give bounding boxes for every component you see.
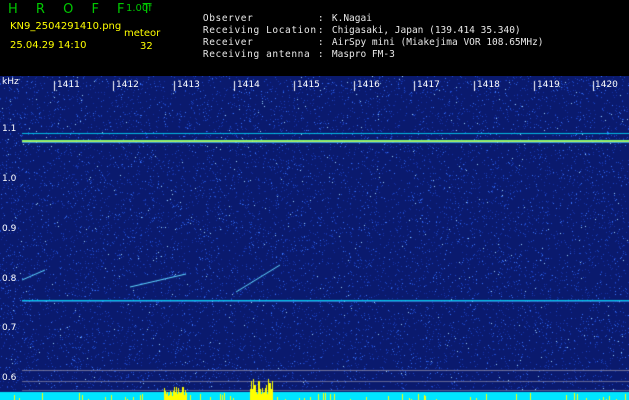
y-tick-label: 1.0 [2, 174, 17, 184]
y-tick-label: 1.1 [2, 124, 17, 134]
x-tick-label: 1415 [297, 80, 320, 90]
x-tick-label: 1413 [177, 80, 200, 90]
program-version: 1.00f [126, 3, 152, 14]
y-tick-label: 0.8 [2, 274, 17, 284]
x-tick-label: 1417 [417, 80, 440, 90]
observation-datetime: 25.04.29 14:10 [10, 40, 87, 51]
x-tick-label: 1420 [595, 80, 618, 90]
info-value: Maspro FM-3 [331, 48, 395, 60]
file-name: KN9_2504291410.png [10, 21, 122, 32]
x-tick-label: 1414 [237, 80, 260, 90]
x-tick-label: 1412 [116, 80, 139, 90]
meteor-count: 32 [140, 41, 153, 52]
spectrogram-canvas [0, 76, 629, 400]
y-tick-label: 0.9 [2, 224, 17, 234]
y-axis-unit: kHz [2, 77, 19, 87]
x-tick-label: 1419 [537, 80, 560, 90]
x-tick-label: 1418 [477, 80, 500, 90]
y-tick-label: 0.6 [2, 373, 17, 383]
y-tick-label: 0.7 [2, 323, 17, 333]
info-row-antenna: Receiving antenna: Maspro FM-3 [202, 48, 395, 60]
meteor-label: meteor [124, 28, 161, 39]
x-tick-label: 1416 [357, 80, 380, 90]
header-panel: H R O F F T 1.00f KN9_2504291410.png 25.… [0, 0, 629, 76]
info-key: Receiving antenna [202, 48, 311, 60]
x-tick-label: 1411 [57, 80, 80, 90]
